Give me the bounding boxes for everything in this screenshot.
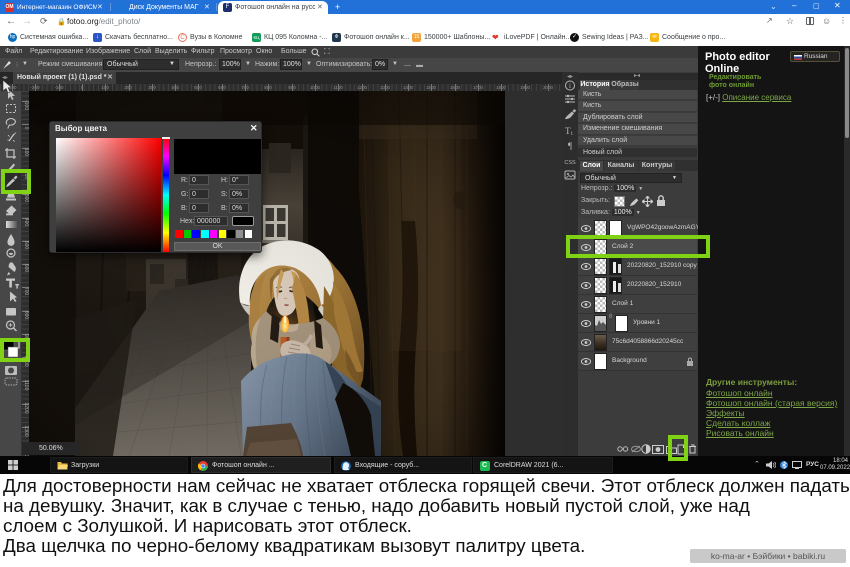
svg-text:◂▸: ◂▸ [567,74,573,80]
svg-text:i: i [569,82,571,90]
svg-text:¶: ¶ [568,141,572,151]
svg-text:CSS: CSS [564,160,576,166]
